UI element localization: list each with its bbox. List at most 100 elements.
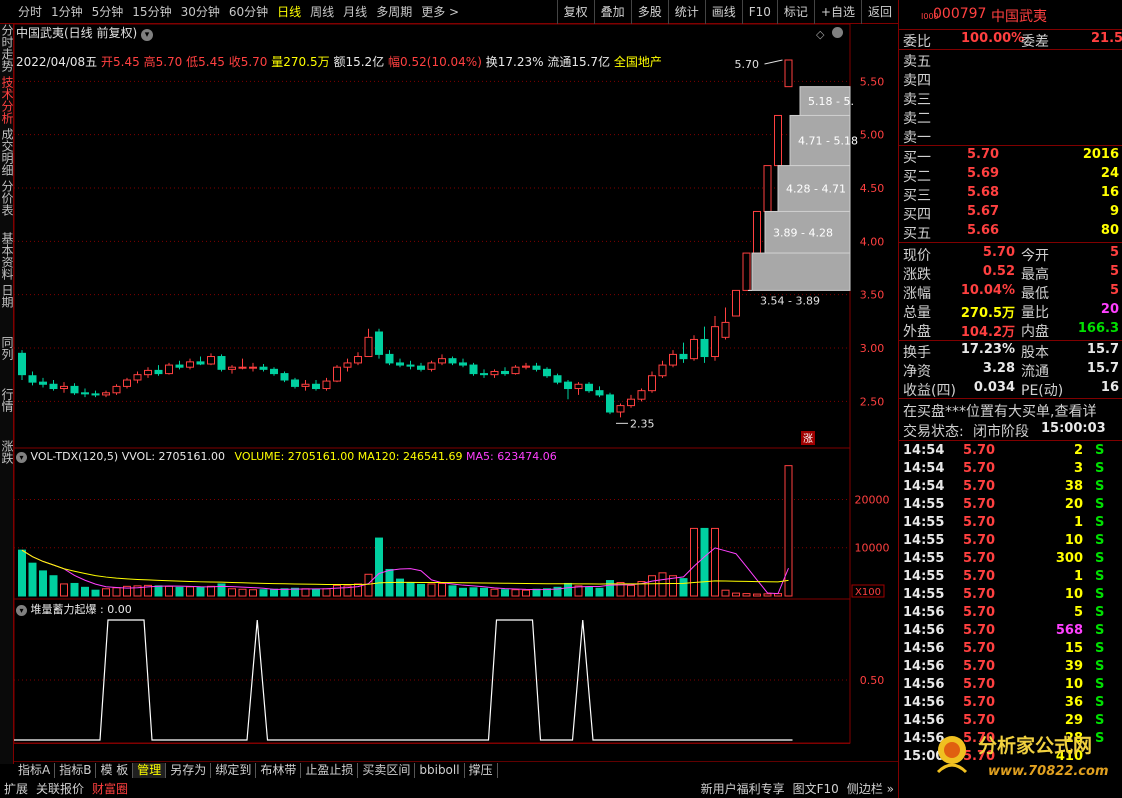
candle-body[interactable] xyxy=(763,165,772,212)
candle-body[interactable] xyxy=(742,252,751,291)
status-link-0[interactable]: 新用户福利专享 xyxy=(697,780,789,797)
candle-body[interactable] xyxy=(322,380,331,390)
candle-body[interactable] xyxy=(18,352,26,376)
volume-bar[interactable] xyxy=(763,593,772,597)
volume-bar[interactable] xyxy=(732,592,740,597)
candle-body[interactable] xyxy=(501,370,509,375)
volume-bar[interactable] xyxy=(627,584,635,597)
indicator-tab-1[interactable]: 指标B xyxy=(55,762,97,778)
candle-body[interactable] xyxy=(196,361,205,365)
volume-bar[interactable] xyxy=(595,587,604,597)
chart-corner-icons[interactable]: ◇ xyxy=(816,27,843,41)
candle-body[interactable] xyxy=(774,114,782,167)
left-nav-item-8[interactable]: 涨跌 xyxy=(0,440,13,492)
volume-bar[interactable] xyxy=(448,585,457,597)
candle-body[interactable] xyxy=(49,383,58,390)
volume-bar[interactable] xyxy=(606,580,614,597)
candle-body[interactable] xyxy=(343,362,352,368)
candle-body[interactable] xyxy=(511,366,520,375)
candle-body[interactable] xyxy=(564,381,572,390)
candle-body[interactable] xyxy=(700,338,709,358)
volume-bar[interactable] xyxy=(91,589,100,597)
candle-body[interactable] xyxy=(522,365,530,368)
left-nav-item-0[interactable]: 分时走势 xyxy=(0,24,13,76)
candle-body[interactable] xyxy=(627,398,635,407)
candle-body[interactable] xyxy=(658,364,667,377)
diamond-icon[interactable]: ◇ xyxy=(816,28,824,41)
volume-bar[interactable] xyxy=(375,537,383,597)
candle-body[interactable] xyxy=(417,365,425,370)
volume-bar[interactable] xyxy=(585,586,593,597)
candle-body[interactable] xyxy=(207,356,215,365)
indicator-tab-6[interactable]: 布林带 xyxy=(256,762,302,778)
candle-body[interactable] xyxy=(648,375,656,392)
tool-button-2[interactable]: 多股 xyxy=(630,0,668,24)
candle-body[interactable] xyxy=(732,289,740,317)
candle-body[interactable] xyxy=(637,390,646,400)
candle-body[interactable] xyxy=(144,369,152,376)
indicator-tab-9[interactable]: bbiboll xyxy=(415,762,465,778)
indicator-tab-10[interactable]: 撑压 xyxy=(465,762,498,778)
indicator-tab-2[interactable]: 模 板 xyxy=(96,762,134,778)
candle-body[interactable] xyxy=(217,356,226,370)
candle-body[interactable] xyxy=(301,383,310,387)
volume-bar[interactable] xyxy=(18,549,26,597)
status-tab-0[interactable]: 扩展 xyxy=(0,780,32,797)
notice-row[interactable]: 在买盘***位置有大买单,查看详 xyxy=(903,401,1122,421)
volume-bar[interactable] xyxy=(721,589,730,597)
left-nav-item-7[interactable]: 行情 xyxy=(0,388,13,440)
volume-bar[interactable] xyxy=(102,588,110,597)
volume-bar[interactable] xyxy=(690,527,698,597)
candle-body[interactable] xyxy=(784,59,793,88)
volume-bar[interactable] xyxy=(112,587,121,597)
candle-body[interactable] xyxy=(679,353,688,360)
candle-body[interactable] xyxy=(469,364,478,375)
volume-bar[interactable] xyxy=(564,582,572,597)
candle-body[interactable] xyxy=(280,373,289,381)
volume-bar[interactable] xyxy=(49,575,58,597)
candle-body[interactable] xyxy=(175,364,184,368)
indicator-tab-7[interactable]: 止盈止损 xyxy=(301,762,359,778)
left-nav-item-5[interactable]: 日期 xyxy=(0,284,13,336)
volume-bar[interactable] xyxy=(753,593,761,597)
candle-body[interactable] xyxy=(60,385,68,390)
candle-body[interactable] xyxy=(133,374,142,381)
candle-body[interactable] xyxy=(238,366,247,369)
volume-bar[interactable] xyxy=(165,585,173,597)
chevron-down-icon[interactable]: ▾ xyxy=(16,452,27,463)
tool-button-4[interactable]: 画线 xyxy=(704,0,742,24)
candle-body[interactable] xyxy=(333,366,341,382)
candle-body[interactable] xyxy=(228,366,236,370)
volume-bar[interactable] xyxy=(217,583,226,597)
status-tab-1[interactable]: 关联报价 xyxy=(32,780,88,797)
candle-body[interactable] xyxy=(112,385,121,394)
candle-body[interactable] xyxy=(249,366,257,369)
tool-button-5[interactable]: F10 xyxy=(741,0,777,24)
tab-period-10[interactable]: 更多 > xyxy=(421,3,459,20)
volume-bar[interactable] xyxy=(711,527,719,597)
volume-bar[interactable] xyxy=(39,570,47,597)
candle-body[interactable] xyxy=(427,362,436,370)
candle-body[interactable] xyxy=(721,321,730,338)
left-nav-item-1[interactable]: 技术分析 xyxy=(0,76,13,128)
volume-bar[interactable] xyxy=(154,585,163,597)
volume-bar[interactable] xyxy=(406,581,415,597)
volume-bar[interactable] xyxy=(511,589,520,597)
big-order-notice[interactable]: 在买盘***位置有大买单,查看详 xyxy=(903,401,1096,421)
candle-body[interactable] xyxy=(490,370,499,376)
candle-body[interactable] xyxy=(102,392,110,396)
status-link-1[interactable]: 图文F10 xyxy=(789,780,843,797)
volume-bar[interactable] xyxy=(459,587,467,597)
settings-circle-icon[interactable] xyxy=(831,27,843,38)
candle-body[interactable] xyxy=(186,361,194,368)
volume-bar[interactable] xyxy=(333,584,341,597)
candle-body[interactable] xyxy=(375,331,383,355)
candle-body[interactable] xyxy=(270,368,278,375)
sector-link[interactable]: 全国地产 xyxy=(614,55,662,69)
left-nav-item-4[interactable]: 基本资料 xyxy=(0,232,13,284)
candle-body[interactable] xyxy=(532,365,541,370)
candle-body[interactable] xyxy=(396,362,404,366)
volume-bar[interactable] xyxy=(259,589,268,597)
volume-bar[interactable] xyxy=(207,585,215,597)
indicator-tab-8[interactable]: 买卖区间 xyxy=(358,762,416,778)
